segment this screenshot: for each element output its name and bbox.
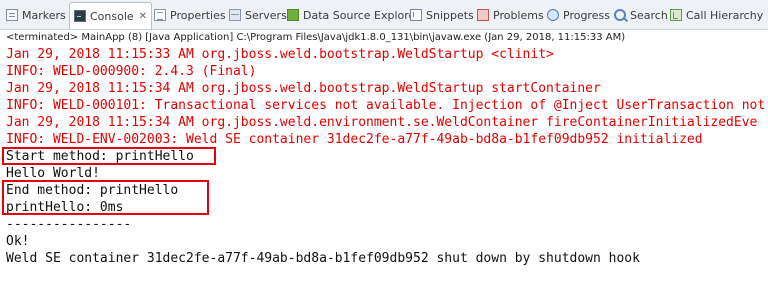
tab-snippets[interactable]: Snippets — [410, 5, 474, 25]
tab-console[interactable]: Console ✕ — [69, 2, 153, 29]
tab-call-hierarchy-label: Call Hierarchy — [686, 8, 764, 22]
tab-markers-label: Markers — [22, 8, 66, 22]
console-line: Jan 29, 2018 11:15:34 AM org.jboss.weld.… — [6, 115, 758, 130]
highlight-box-start — [2, 147, 216, 165]
console-line: INFO: WELD-ENV-002003: Weld SE container… — [6, 132, 703, 147]
tab-data-source-explorer-label: Data Source Explorer — [303, 8, 420, 22]
tab-properties[interactable]: Properties — [154, 5, 226, 25]
tab-console-label: Console — [90, 9, 134, 23]
console-output[interactable]: Jan 29, 2018 11:15:33 AM org.jboss.weld.… — [0, 46, 768, 289]
tab-progress[interactable]: Progress — [547, 5, 610, 25]
properties-icon — [154, 9, 166, 21]
highlight-box-end — [2, 180, 209, 215]
tab-search-label: Search — [630, 8, 668, 22]
close-icon[interactable]: ✕ — [139, 11, 147, 22]
progress-icon — [547, 9, 559, 21]
console-line: Jan 29, 2018 11:15:34 AM org.jboss.weld.… — [6, 81, 601, 96]
tab-markers[interactable]: Markers — [6, 5, 66, 25]
tab-properties-label: Properties — [170, 8, 226, 22]
tab-data-source-explorer[interactable]: Data Source Explorer — [287, 5, 420, 25]
view-tab-bar: Markers Console ✕ Properties Servers Dat… — [0, 0, 768, 30]
tab-problems-label: Problems — [493, 8, 544, 22]
snippets-icon — [410, 9, 422, 21]
call-hierarchy-icon — [670, 9, 682, 21]
console-line: Weld SE container 31dec2fe-a77f-49ab-bd8… — [6, 251, 640, 266]
tab-progress-label: Progress — [563, 8, 610, 22]
console-line: Ok! — [6, 234, 30, 249]
data-source-explorer-icon — [287, 9, 299, 21]
tab-servers[interactable]: Servers — [229, 5, 287, 25]
markers-icon — [6, 9, 18, 21]
console-line: INFO: WELD-000900: 2.4.3 (Final) — [6, 64, 257, 79]
console-line: INFO: WELD-000101: Transactional service… — [6, 98, 766, 113]
console-line: Jan 29, 2018 11:15:33 AM org.jboss.weld.… — [6, 47, 554, 62]
search-icon — [614, 9, 626, 21]
tab-snippets-label: Snippets — [426, 8, 474, 22]
console-line: ---------------- — [6, 217, 132, 232]
servers-icon — [229, 9, 241, 21]
tab-search[interactable]: Search — [614, 5, 668, 25]
tab-servers-label: Servers — [245, 8, 287, 22]
tab-call-hierarchy[interactable]: Call Hierarchy — [670, 5, 763, 25]
console-status-line: <terminated> MainApp (8) [Java Applicati… — [6, 32, 626, 43]
problems-icon — [477, 9, 489, 21]
tab-problems[interactable]: Problems — [477, 5, 544, 25]
console-icon — [74, 10, 86, 22]
